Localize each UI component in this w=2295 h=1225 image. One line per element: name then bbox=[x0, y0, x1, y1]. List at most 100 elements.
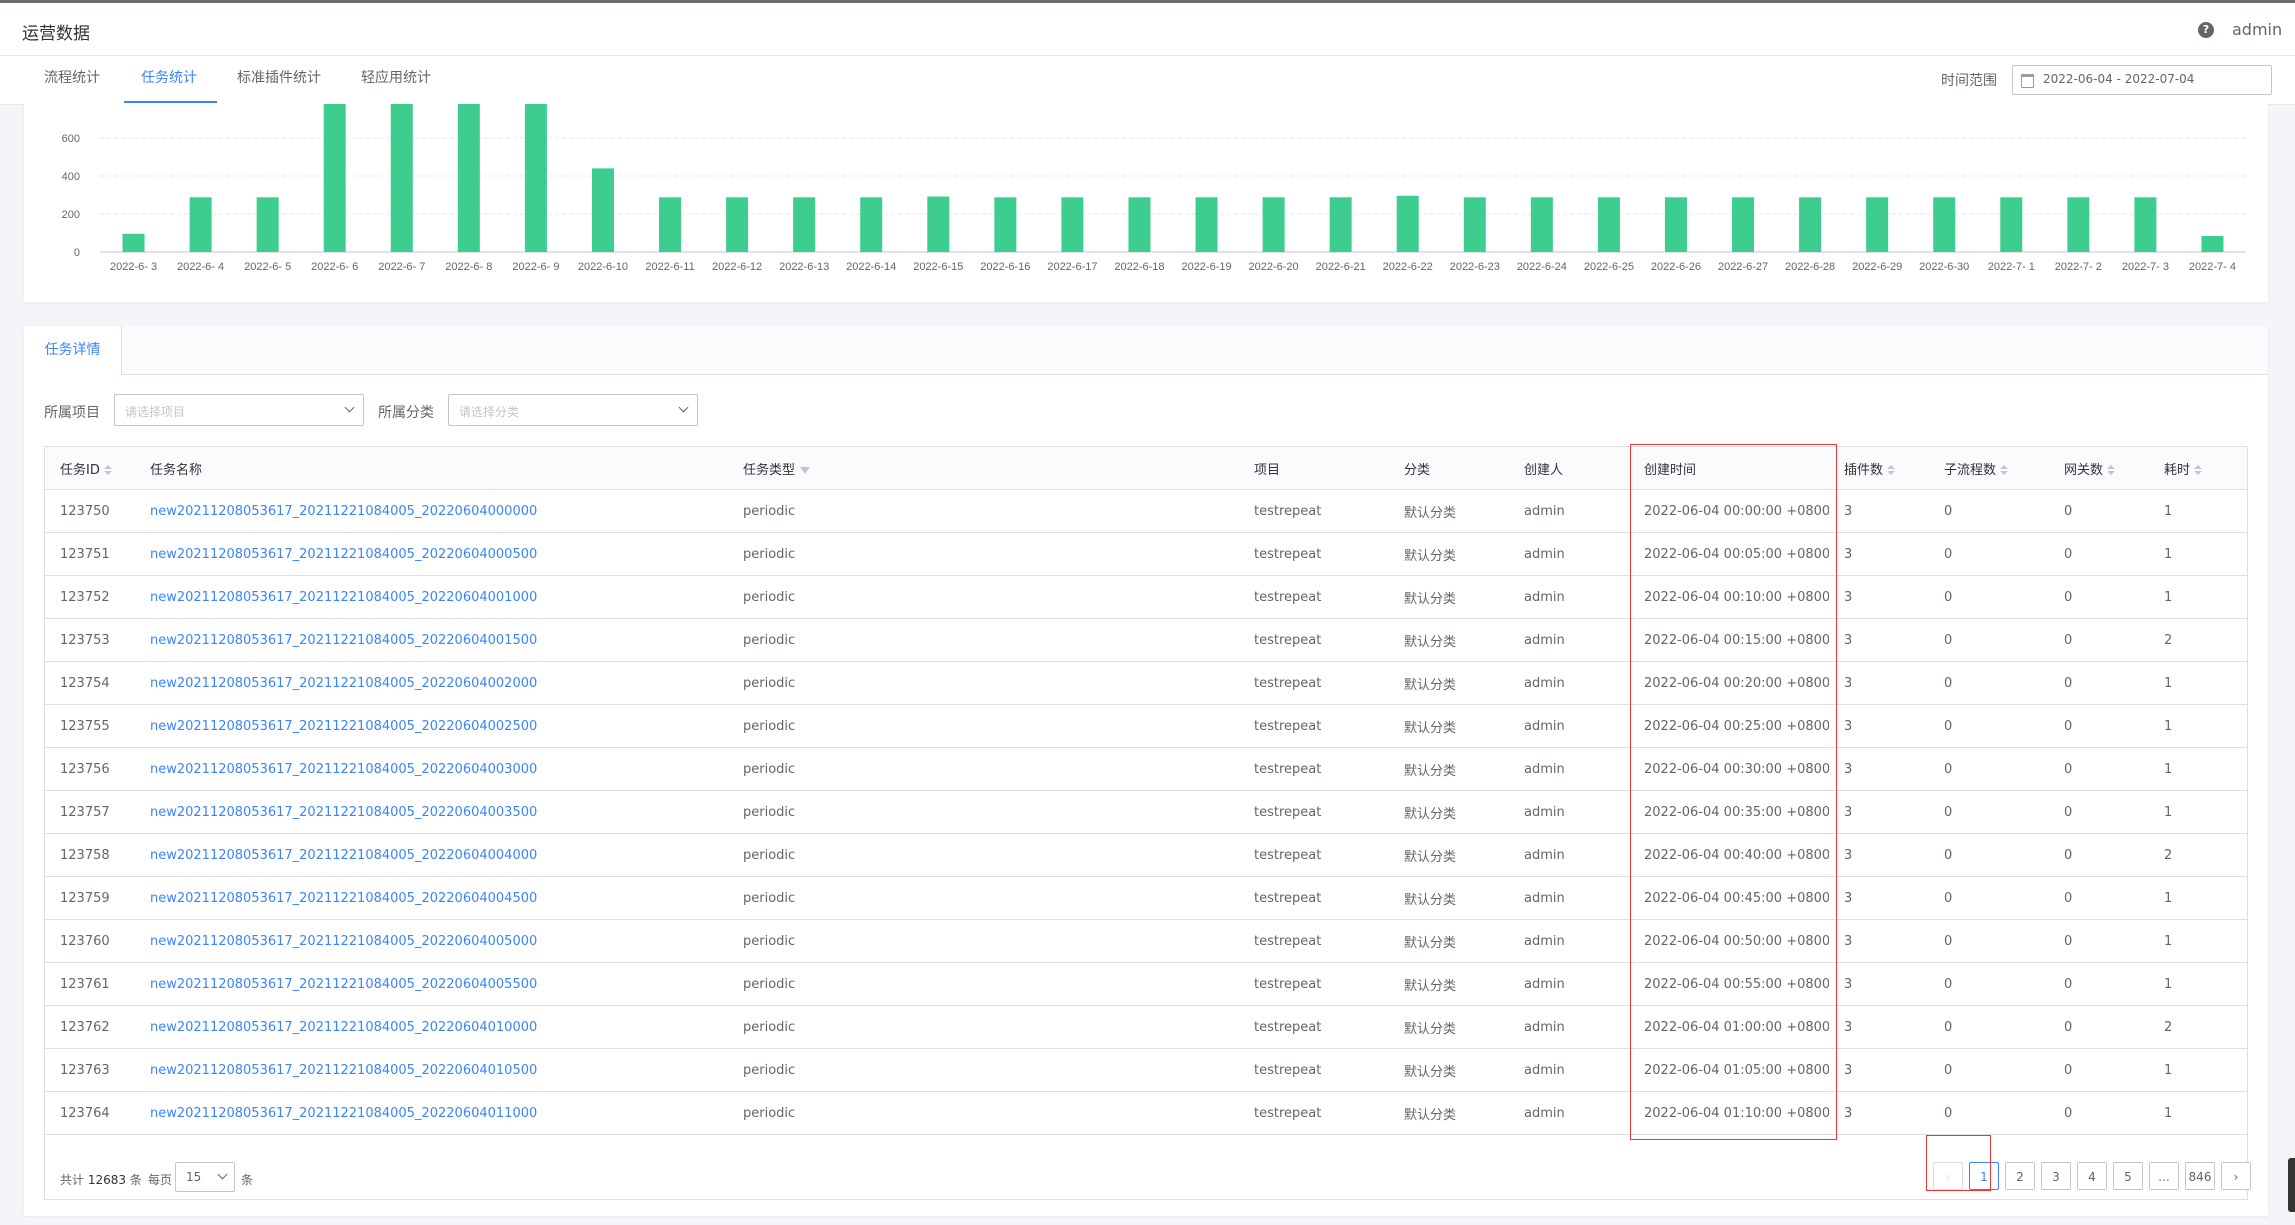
x-tick-label: 2022-7- 3 bbox=[2122, 261, 2169, 273]
table-cell: 默认分类 bbox=[1389, 962, 1509, 1006]
per-page-label: 每页 bbox=[148, 1173, 173, 1187]
task-name-link[interactable]: new20211208053617_20211221084005_2022060… bbox=[135, 876, 728, 920]
task-name-link[interactable]: new20211208053617_20211221084005_2022060… bbox=[135, 575, 728, 619]
chevron-right-icon[interactable]: › bbox=[2221, 1162, 2251, 1190]
bar bbox=[994, 197, 1017, 252]
table-cell: admin bbox=[1509, 876, 1629, 920]
table-cell: 1 bbox=[2149, 1091, 2247, 1135]
table-cell: testrepeat bbox=[1239, 661, 1389, 705]
per-page-select[interactable]: 15 bbox=[175, 1162, 235, 1192]
time-range-picker[interactable]: 2022-06-04 - 2022-07-04 bbox=[2012, 65, 2272, 95]
column-header[interactable]: 任务ID bbox=[45, 447, 135, 490]
table-row: 123763 new20211208053617_20211221084005_2… bbox=[45, 1048, 2247, 1092]
task-name-link[interactable]: new20211208053617_20211221084005_2022060… bbox=[135, 962, 728, 1006]
x-tick-label: 2022-7- 2 bbox=[2055, 261, 2102, 273]
x-tick-label: 2022-6-14 bbox=[846, 261, 896, 273]
table-cell: 123756 bbox=[45, 747, 135, 791]
page-button[interactable]: 846 bbox=[2185, 1162, 2215, 1190]
task-name-link[interactable]: new20211208053617_20211221084005_2022060… bbox=[135, 1091, 728, 1135]
bar bbox=[524, 104, 547, 252]
table-cell: admin bbox=[1509, 532, 1629, 576]
task-name-link[interactable]: new20211208053617_20211221084005_2022060… bbox=[135, 919, 728, 963]
page-scrollbar[interactable] bbox=[2288, 1158, 2295, 1212]
sort-icon[interactable] bbox=[1887, 464, 1896, 476]
task-name-link[interactable]: new20211208053617_20211221084005_2022060… bbox=[135, 1048, 728, 1092]
column-header-label: 子流程数 bbox=[1944, 462, 1997, 478]
per-page-unit: 条 bbox=[241, 1173, 254, 1187]
table-cell: 123757 bbox=[45, 790, 135, 834]
tab-task-stats[interactable]: 任务统计 bbox=[141, 56, 197, 104]
page-button[interactable]: 3 bbox=[2041, 1162, 2071, 1190]
tab-plugin-stats[interactable]: 标准插件统计 bbox=[237, 56, 321, 104]
table-cell: 默认分类 bbox=[1389, 919, 1509, 963]
active-tab-indicator bbox=[124, 101, 217, 103]
page-button[interactable]: 1 bbox=[1969, 1162, 1999, 1190]
task-name-link[interactable]: new20211208053617_20211221084005_2022060… bbox=[135, 532, 728, 576]
user-name[interactable]: admin bbox=[2232, 20, 2282, 39]
table-cell: admin bbox=[1509, 1048, 1629, 1092]
bar bbox=[1396, 195, 1419, 252]
task-name-link[interactable]: new20211208053617_20211221084005_2022060… bbox=[135, 489, 728, 533]
table-cell: 0 bbox=[1929, 747, 2049, 791]
pagination-bar: 共计 12683 条 每页 15 条 ‹ 1 2 3 4 5... 846 › bbox=[45, 1155, 2251, 1199]
table-cell: 0 bbox=[2049, 876, 2149, 920]
table-cell: 1 bbox=[2149, 489, 2247, 533]
task-name-link[interactable]: new20211208053617_20211221084005_2022060… bbox=[135, 661, 728, 705]
task-name-link[interactable]: new20211208053617_20211221084005_2022060… bbox=[135, 790, 728, 834]
task-table: 任务ID 任务名称 任务类型 项目 分类 创建人 创建时间 插件数 子流程数 网关数 耗时 1237… bbox=[44, 446, 2251, 1200]
table-cell: admin bbox=[1509, 919, 1629, 963]
table-cell: periodic bbox=[728, 704, 1239, 748]
table-cell: testrepeat bbox=[1239, 1091, 1389, 1135]
table-cell: 3 bbox=[1829, 876, 1929, 920]
filter-icon[interactable] bbox=[800, 466, 811, 474]
task-name-link[interactable]: new20211208053617_20211221084005_2022060… bbox=[135, 747, 728, 791]
table-cell: 3 bbox=[1829, 532, 1929, 576]
table-row: 123761 new20211208053617_20211221084005_2… bbox=[45, 962, 2247, 1006]
sort-icon[interactable] bbox=[2000, 464, 2009, 476]
time-range-label: 时间范围 bbox=[1941, 73, 1997, 89]
page-button[interactable]: 4 bbox=[2077, 1162, 2107, 1190]
table-cell: 0 bbox=[2049, 790, 2149, 834]
tab-flow-stats[interactable]: 流程统计 bbox=[44, 56, 100, 104]
page-button[interactable]: 5 bbox=[2113, 1162, 2143, 1190]
category-select[interactable]: 请选择分类 bbox=[448, 394, 698, 426]
y-tick-label: 200 bbox=[62, 209, 80, 221]
tab-light-app-stats[interactable]: 轻应用统计 bbox=[361, 56, 431, 104]
table-cell: 0 bbox=[2049, 747, 2149, 791]
project-select[interactable]: 请选择项目 bbox=[114, 394, 364, 426]
column-header[interactable]: 插件数 bbox=[1829, 447, 1929, 490]
pagination-ellipsis[interactable]: ... bbox=[2149, 1162, 2179, 1190]
page-button[interactable]: 2 bbox=[2005, 1162, 2035, 1190]
task-name-link[interactable]: new20211208053617_20211221084005_2022060… bbox=[135, 1005, 728, 1049]
task-name-link[interactable]: new20211208053617_20211221084005_2022060… bbox=[135, 618, 728, 662]
bar bbox=[927, 196, 950, 252]
tab-task-detail[interactable]: 任务详情 bbox=[24, 326, 122, 375]
table-cell: 0 bbox=[2049, 962, 2149, 1006]
table-cell: 3 bbox=[1829, 704, 1929, 748]
task-name-link[interactable]: new20211208053617_20211221084005_2022060… bbox=[135, 833, 728, 877]
table-cell: 0 bbox=[2049, 1005, 2149, 1049]
column-header[interactable]: 子流程数 bbox=[1929, 447, 2049, 490]
table-cell: 2022-06-04 00:30:00 +0800 bbox=[1629, 747, 1829, 791]
column-header[interactable]: 网关数 bbox=[2049, 447, 2149, 490]
table-cell: 默认分类 bbox=[1389, 661, 1509, 705]
table-cell: admin bbox=[1509, 704, 1629, 748]
x-tick-label: 2022-6- 5 bbox=[244, 261, 291, 273]
bar bbox=[2000, 197, 2023, 252]
table-cell: 0 bbox=[1929, 1048, 2049, 1092]
column-header-label: 插件数 bbox=[1844, 462, 1884, 478]
column-header[interactable]: 耗时 bbox=[2149, 447, 2247, 490]
bar bbox=[122, 233, 145, 252]
y-tick-label: 0 bbox=[74, 247, 80, 259]
sort-icon[interactable] bbox=[103, 464, 112, 476]
question-circle-icon[interactable]: ? bbox=[2198, 22, 2214, 38]
x-tick-label: 2022-6- 6 bbox=[311, 261, 358, 273]
column-header[interactable]: 任务类型 bbox=[728, 447, 1239, 490]
table-cell: 3 bbox=[1829, 661, 1929, 705]
sort-icon[interactable] bbox=[2107, 464, 2116, 476]
bar bbox=[591, 168, 614, 252]
sort-icon[interactable] bbox=[2194, 464, 2203, 476]
chevron-left-icon[interactable]: ‹ bbox=[1933, 1162, 1963, 1190]
table-cell: admin bbox=[1509, 790, 1629, 834]
task-name-link[interactable]: new20211208053617_20211221084005_2022060… bbox=[135, 704, 728, 748]
